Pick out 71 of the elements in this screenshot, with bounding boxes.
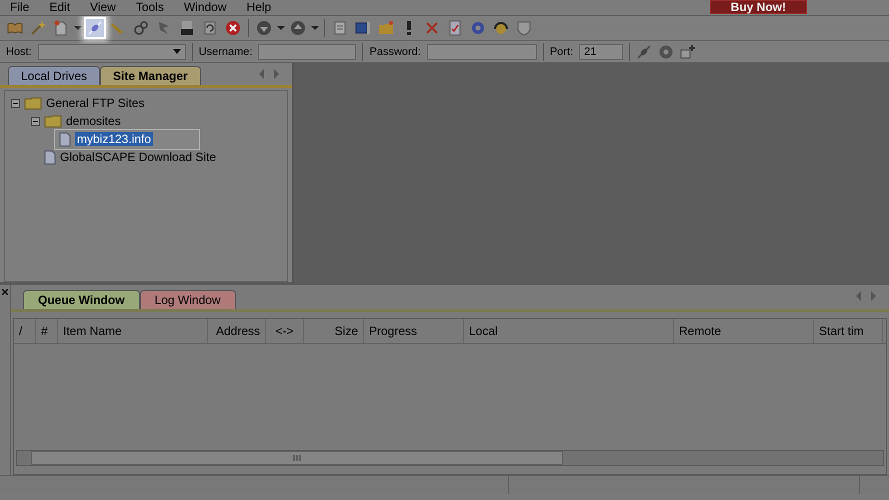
column-header[interactable]: Item Name xyxy=(58,319,208,343)
document-icon xyxy=(59,132,71,146)
menu-item[interactable]: Tools xyxy=(136,0,164,15)
column-header[interactable]: Local xyxy=(464,319,674,343)
menu-item[interactable]: Help xyxy=(246,0,272,15)
username-label: Username: xyxy=(198,46,252,58)
add-site-icon[interactable] xyxy=(680,44,696,60)
caret-icon xyxy=(277,26,285,30)
menu-item[interactable]: File xyxy=(10,0,30,15)
collapse-icon[interactable] xyxy=(31,116,40,126)
exclamation-icon xyxy=(407,21,411,35)
wand-icon xyxy=(30,20,46,36)
column-header[interactable]: Remote xyxy=(674,319,814,343)
tree-item[interactable]: demosites xyxy=(66,114,121,128)
column-header[interactable]: <-> xyxy=(266,319,304,343)
host-field[interactable] xyxy=(38,44,186,60)
book-icon xyxy=(7,20,23,36)
delete-icon xyxy=(424,20,440,36)
folder-icon xyxy=(44,114,62,128)
menu-item[interactable]: Window xyxy=(184,0,227,15)
column-header[interactable]: Progress xyxy=(364,319,464,343)
collapse-icon[interactable] xyxy=(11,98,20,108)
gear-icon xyxy=(470,20,486,36)
caret-icon xyxy=(74,26,82,30)
upload-icon xyxy=(290,20,306,36)
horizontal-scrollbar[interactable] xyxy=(16,450,884,466)
stop-icon xyxy=(225,20,241,36)
rename-field[interactable]: mybiz123.info xyxy=(54,128,200,150)
tree-item[interactable]: GlobalSCAPE Download Site xyxy=(60,150,216,164)
grip-icon xyxy=(293,455,301,461)
folder-icon xyxy=(24,96,42,110)
column-header[interactable]: Address xyxy=(208,319,266,343)
username-field[interactable] xyxy=(258,44,356,60)
password-label: Password: xyxy=(369,46,421,58)
buy-now-button[interactable]: Buy Now! xyxy=(710,0,807,14)
column-header[interactable]: Size xyxy=(304,319,364,343)
plug-icon xyxy=(87,20,103,36)
menu-item[interactable]: View xyxy=(90,0,116,15)
checked-document-icon xyxy=(447,20,463,36)
gear-icon[interactable] xyxy=(658,44,674,60)
gears-icon xyxy=(133,20,149,36)
column-header[interactable]: Start tim xyxy=(814,319,883,343)
folder-icon xyxy=(378,20,394,36)
password-field[interactable] xyxy=(426,44,537,60)
document-icon xyxy=(44,150,56,164)
toolbar-button[interactable] xyxy=(84,17,106,39)
tab[interactable]: Local Drives xyxy=(8,66,100,85)
dropdown-icon[interactable] xyxy=(172,49,181,54)
plug-icon[interactable] xyxy=(636,44,652,60)
port-label: Port: xyxy=(550,46,574,58)
tab[interactable]: Log Window xyxy=(140,290,236,309)
port-field[interactable]: 21 xyxy=(579,44,624,60)
tab[interactable]: Site Manager xyxy=(100,66,201,85)
window-icon xyxy=(355,20,371,36)
tree-item[interactable]: General FTP Sites xyxy=(46,96,144,110)
clipboard-icon xyxy=(179,20,195,36)
menu-item[interactable]: Edit xyxy=(49,0,70,15)
close-icon[interactable] xyxy=(2,289,8,295)
tab-scroll-arrows-icon[interactable] xyxy=(855,291,877,301)
download-icon xyxy=(256,20,272,36)
column-header[interactable]: / xyxy=(14,319,36,343)
new-file-icon xyxy=(53,20,69,36)
refresh-icon xyxy=(202,20,218,36)
tab[interactable]: Queue Window xyxy=(23,290,140,309)
host-label: Host: xyxy=(6,46,32,58)
caret-icon xyxy=(311,26,319,30)
notepad-icon xyxy=(332,20,348,36)
tab-scroll-arrows-icon[interactable] xyxy=(258,69,280,79)
column-header[interactable]: # xyxy=(36,319,58,343)
headset-icon xyxy=(493,20,509,36)
shield-icon xyxy=(516,20,532,36)
